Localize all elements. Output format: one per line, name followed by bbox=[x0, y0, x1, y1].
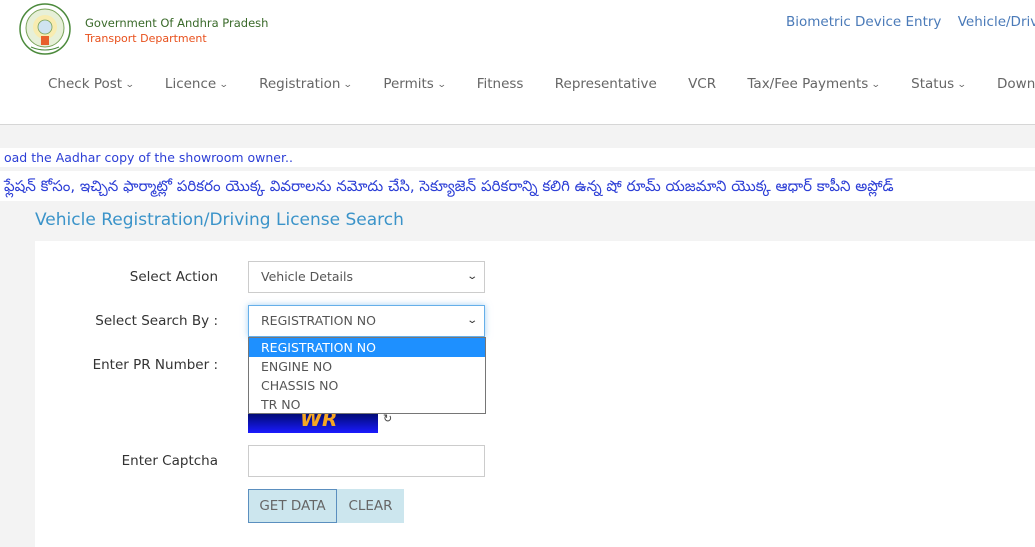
vehicle-driving-link[interactable]: Vehicle/Drivin bbox=[958, 14, 1035, 30]
announcement-marquee-english: oad the Aadhar copy of the showroom owne… bbox=[0, 148, 1035, 167]
main-nav: Check Post ⌄ Licence ⌄ Registration ⌄ Permi… bbox=[48, 76, 1035, 92]
chevron-down-icon: ⌄ bbox=[465, 315, 478, 326]
get-data-button[interactable]: GET DATA bbox=[248, 489, 337, 523]
nav-label: Permits bbox=[383, 76, 434, 92]
nav-licence[interactable]: Licence ⌄ bbox=[164, 76, 229, 92]
select-action-value: Vehicle Details bbox=[261, 269, 354, 284]
announcement-marquee-telugu: ఫ్లేషన్ కోసం, ఇచ్చిన ఫార్మాట్లో పరికరం య… bbox=[0, 171, 1035, 201]
biometric-device-entry-link[interactable]: Biometric Device Entry bbox=[786, 14, 941, 30]
clear-button[interactable]: CLEAR bbox=[337, 489, 404, 523]
top-links: Biometric Device Entry Vehicle/Drivin bbox=[786, 14, 1035, 30]
site-header: Government Of Andhra Pradesh Transport D… bbox=[0, 0, 1035, 125]
pr-number-label: Enter PR Number : bbox=[92, 357, 218, 373]
search-form-panel bbox=[35, 241, 1035, 547]
chevron-down-icon: ⌄ bbox=[124, 80, 135, 90]
captcha-image: WR bbox=[248, 413, 378, 433]
nav-status[interactable]: Status ⌄ bbox=[911, 76, 967, 92]
chevron-down-icon: ⌄ bbox=[219, 80, 229, 90]
nav-registration[interactable]: Registration ⌄ bbox=[259, 76, 354, 92]
nav-label: Registration bbox=[259, 76, 341, 92]
chevron-down-icon: ⌄ bbox=[343, 80, 354, 90]
captcha-label: Enter Captcha bbox=[121, 453, 218, 469]
brand-government-name: Government Of Andhra Pradesh bbox=[85, 16, 269, 30]
nav-permits[interactable]: Permits ⌄ bbox=[383, 76, 447, 92]
nav-download[interactable]: Download bbox=[997, 76, 1035, 92]
select-action-label: Select Action bbox=[129, 269, 218, 285]
nav-label: Fitness bbox=[476, 76, 524, 92]
nav-representative[interactable]: Representative bbox=[555, 76, 657, 92]
select-search-by-dropdown[interactable]: REGISTRATION NO ⌄ bbox=[248, 305, 485, 337]
nav-label: Tax/Fee Payments bbox=[747, 76, 869, 92]
nav-label: Check Post bbox=[48, 76, 123, 92]
chevron-down-icon: ⌄ bbox=[957, 80, 967, 90]
option-engine-no[interactable]: ENGINE NO bbox=[249, 357, 485, 376]
nav-check-post[interactable]: Check Post ⌄ bbox=[48, 76, 135, 92]
nav-vcr[interactable]: VCR bbox=[688, 76, 716, 92]
nav-label: Status bbox=[911, 76, 955, 92]
ap-emblem-logo[interactable] bbox=[19, 3, 71, 55]
nav-label: VCR bbox=[688, 76, 717, 92]
select-search-by-value: REGISTRATION NO bbox=[261, 313, 376, 328]
option-chassis-no[interactable]: CHASSIS NO bbox=[249, 376, 485, 395]
page-title: Vehicle Registration/Driving License Sea… bbox=[35, 210, 404, 230]
nav-label: Licence bbox=[164, 76, 217, 92]
brand-department-name: Transport Department bbox=[85, 32, 207, 45]
option-tr-no[interactable]: TR NO bbox=[249, 395, 485, 414]
nav-label: Representative bbox=[554, 76, 657, 92]
nav-label: Download bbox=[997, 76, 1035, 92]
nav-tax-fee-payments[interactable]: Tax/Fee Payments ⌄ bbox=[747, 76, 881, 92]
option-registration-no[interactable]: REGISTRATION NO bbox=[249, 338, 485, 357]
nav-fitness[interactable]: Fitness bbox=[477, 76, 524, 92]
captcha-input[interactable] bbox=[248, 445, 485, 477]
chevron-down-icon: ⌄ bbox=[871, 80, 881, 90]
select-action-dropdown[interactable]: Vehicle Details ⌄ bbox=[248, 261, 485, 293]
chevron-down-icon: ⌄ bbox=[465, 271, 478, 282]
chevron-down-icon: ⌄ bbox=[436, 80, 447, 90]
captcha-image-text: WR bbox=[300, 413, 338, 431]
select-search-by-label: Select Search By : bbox=[95, 313, 218, 329]
search-by-options-list: REGISTRATION NO ENGINE NO CHASSIS NO TR … bbox=[248, 337, 486, 414]
